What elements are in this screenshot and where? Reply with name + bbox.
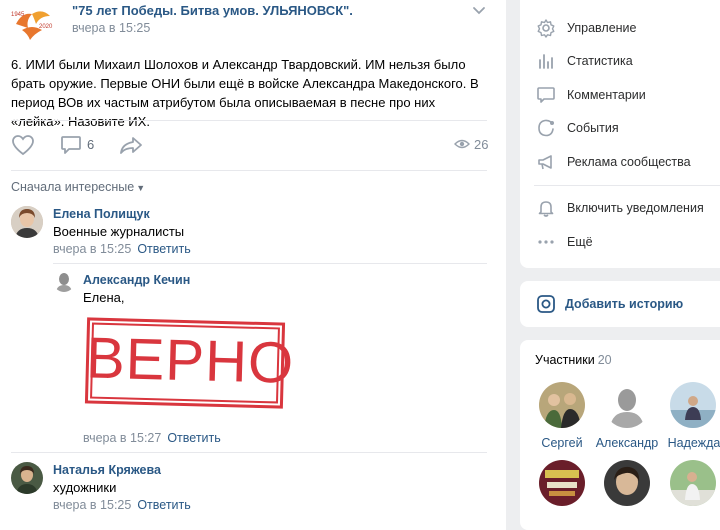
avatar[interactable]: [11, 462, 43, 494]
menu-label: Статистика: [567, 54, 633, 68]
member-avatar[interactable]: [604, 382, 650, 428]
member-avatar[interactable]: [670, 382, 716, 428]
group-title[interactable]: "75 лет Победы. Битва умов. УЛЬЯНОВСК".: [72, 3, 353, 18]
verno-stamp: ВЕРНО: [84, 317, 295, 409]
menu-item-events[interactable]: События: [536, 117, 619, 139]
comment-author[interactable]: Елена Полищук: [53, 207, 150, 221]
member-avatar[interactable]: [670, 460, 716, 506]
comment-text: художники: [53, 480, 117, 495]
comment-meta: вчера в 15:27 Ответить: [83, 431, 221, 445]
comment-meta: вчера в 15:25 Ответить: [53, 242, 191, 256]
add-story-button[interactable]: Добавить историю: [565, 297, 683, 311]
divider: [11, 452, 487, 453]
menu-label: События: [567, 121, 619, 135]
post-time[interactable]: вчера в 15:25: [72, 21, 150, 35]
member-name[interactable]: Александр: [590, 436, 664, 450]
instagram-icon: [537, 295, 555, 313]
comment-time[interactable]: вчера в 15:25: [53, 498, 131, 512]
more-icon: [538, 240, 554, 244]
menu-label: Управление: [567, 21, 637, 35]
comment-icon: [537, 87, 555, 103]
chevron-down-icon[interactable]: [470, 4, 488, 18]
events-icon: [538, 119, 554, 137]
menu-label: Реклама сообщества: [567, 155, 691, 169]
comment-meta: вчера в 15:25 Ответить: [53, 498, 191, 512]
comment-author[interactable]: Наталья Кряжева: [53, 463, 161, 477]
menu-item-stats[interactable]: Статистика: [536, 50, 633, 72]
avatar[interactable]: [53, 270, 75, 292]
gear-icon: [537, 19, 555, 38]
post-card: 1945 2020 "75 лет Победы. Битва умов. УЛ…: [0, 0, 506, 530]
chevron-down-icon: ▼: [136, 183, 146, 193]
menu-label: Ещё: [567, 235, 593, 249]
member-avatar[interactable]: [604, 460, 650, 506]
comment-time[interactable]: вчера в 15:25: [53, 242, 131, 256]
menu-item-ads[interactable]: Реклама сообщества: [536, 151, 691, 173]
member-avatar[interactable]: [539, 382, 585, 428]
members-label: Участники: [535, 353, 595, 367]
members-count: 20: [597, 353, 612, 367]
stamp-text: ВЕРНО: [85, 325, 295, 396]
group-logo[interactable]: 1945 2020: [8, 2, 56, 42]
community-menu: Управление Статистика Комментарии Событи…: [520, 0, 720, 268]
reply-button[interactable]: Ответить: [167, 431, 220, 445]
sort-label: Сначала интересные: [11, 180, 135, 194]
members-card: Участники 20 Сергей Александр Надежда: [520, 340, 720, 530]
menu-item-comments[interactable]: Комментарии: [536, 84, 646, 106]
member-name[interactable]: Надежда: [657, 436, 720, 450]
reply-button[interactable]: Ответить: [137, 498, 190, 512]
megaphone-icon: [538, 155, 552, 170]
svg-text:2020: 2020: [39, 24, 53, 30]
comment-text: Военные журналисты: [53, 224, 185, 239]
menu-item-manage[interactable]: Управление: [536, 17, 637, 39]
views-count: 26: [474, 137, 489, 152]
members-title[interactable]: Участники 20: [535, 353, 612, 367]
share-icon[interactable]: [119, 135, 143, 155]
stats-icon: [539, 54, 553, 69]
comments-sort[interactable]: Сначала интересные ▼: [11, 180, 145, 194]
bell-icon: [538, 201, 554, 217]
menu-label: Включить уведомления: [567, 201, 704, 215]
divider: [534, 185, 720, 186]
divider: [11, 170, 487, 171]
reply-button[interactable]: Ответить: [137, 242, 190, 256]
add-story-card[interactable]: Добавить историю: [520, 281, 720, 327]
divider: [11, 120, 487, 121]
svg-text:1945: 1945: [11, 12, 25, 18]
comment-time[interactable]: вчера в 15:27: [83, 431, 161, 445]
divider: [53, 263, 487, 264]
comments-count: 6: [87, 137, 95, 152]
comment-icon[interactable]: [60, 135, 82, 155]
member-avatar[interactable]: [539, 460, 585, 506]
comment-text: Елена,: [83, 290, 125, 305]
avatar[interactable]: [11, 206, 43, 238]
menu-item-more[interactable]: Ещё: [536, 231, 593, 253]
menu-item-notifications[interactable]: Включить уведомления: [536, 197, 704, 219]
views-icon: [454, 139, 470, 149]
member-name[interactable]: Сергей: [525, 436, 599, 450]
like-icon[interactable]: [11, 134, 35, 156]
menu-label: Комментарии: [567, 88, 646, 102]
comment-author[interactable]: Александр Кечин: [83, 273, 190, 287]
